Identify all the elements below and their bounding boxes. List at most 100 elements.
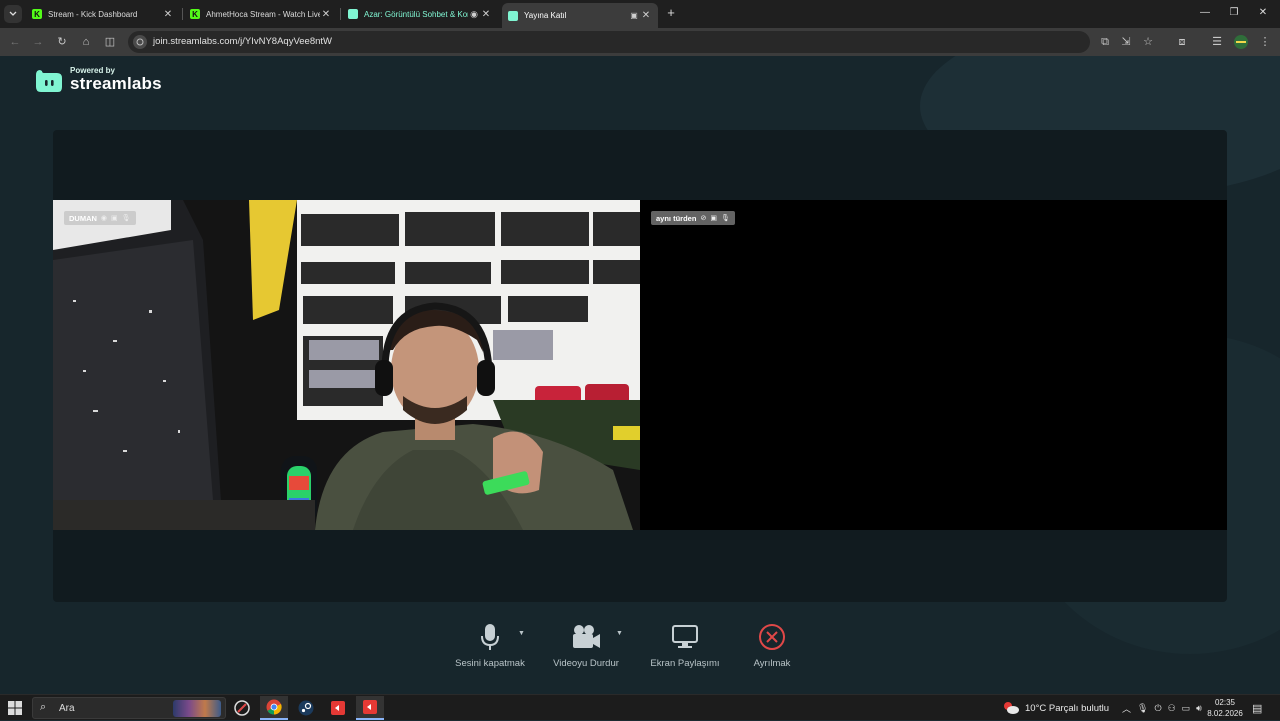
url-text: join.streamlabs.com/j/YIvNY8AqyVee8ntW	[153, 36, 332, 47]
partly-cloudy-icon	[1004, 702, 1019, 714]
tab-yayina-katil[interactable]: Yayına Katıl ▣ ✕	[502, 3, 658, 28]
screen-share-button[interactable]: Ekran Paylaşımı	[644, 622, 726, 669]
person-icon[interactable]: ⚇	[1168, 703, 1176, 714]
weather-text: 10°C Parçalı bulutlu	[1025, 702, 1110, 714]
app-red-icon	[331, 701, 345, 715]
eye-icon: ◉	[100, 215, 108, 222]
clock-time: 02:35	[1214, 698, 1236, 707]
monitor-icon	[672, 625, 698, 648]
taskbar-search-box[interactable]: ⌕ Ara	[32, 697, 226, 719]
taskbar-app-red-1[interactable]	[324, 696, 352, 720]
extensions-icon[interactable]: ⧈	[1175, 35, 1189, 49]
tab-azar[interactable]: Azar: Görüntülü Sohbet & Konuş ◉ ✕	[344, 4, 496, 24]
taskbar-app-red-2[interactable]	[356, 696, 384, 720]
usb-icon[interactable]: ⏻	[1154, 703, 1161, 714]
logo-wordmark: streamlabs	[70, 74, 162, 93]
kick-icon: K	[190, 9, 200, 19]
participant-tile-ayni-turden[interactable]: aynı türden ⊘ ▣ 🎙︎	[640, 200, 1227, 530]
participant-name: DUMAN	[69, 213, 97, 223]
screen-share-label: Ekran Paylaşımı	[650, 658, 720, 669]
close-icon[interactable]: ✕	[640, 10, 652, 21]
video-dropdown-icon[interactable]: ▼	[616, 630, 623, 637]
stop-video-label: Videoyu Durdur	[553, 658, 619, 669]
chevron-up-icon[interactable]: ︿	[1122, 702, 1131, 715]
close-icon[interactable]: ✕	[320, 9, 332, 20]
tab-separator	[340, 8, 341, 20]
bookmark-star-icon[interactable]: ☆	[1141, 35, 1155, 49]
camera-icon: ▣	[111, 215, 118, 222]
forward-icon[interactable]: →	[31, 35, 45, 49]
tab-kick-dashboard[interactable]: K Stream - Kick Dashboard ✕	[28, 4, 178, 24]
back-icon[interactable]: ←	[8, 35, 22, 49]
home-icon[interactable]: ⌂	[79, 35, 93, 49]
microphone-icon: 🎙︎	[720, 215, 730, 222]
mic-dropdown-icon[interactable]: ▼	[518, 630, 525, 637]
participant-name: aynı türden	[656, 213, 697, 223]
tab-search-button[interactable]	[4, 5, 22, 23]
recording-icon: ◉	[470, 8, 478, 19]
new-tab-button[interactable]: +	[664, 5, 678, 21]
avatar	[1234, 35, 1248, 49]
participant-tile-duman[interactable]: DUMAN ◉ ▣ 🎙︎	[53, 200, 640, 530]
chrome-icon	[266, 699, 282, 715]
mute-label: Sesini kapatmak	[455, 658, 525, 669]
reading-list-icon[interactable]: ☰	[1210, 35, 1224, 49]
streamlabs-logo[interactable]: Powered by streamlabs	[34, 66, 162, 94]
tab-title: Azar: Görüntülü Sohbet & Konuş	[364, 9, 468, 19]
search-highlight-image	[173, 700, 221, 717]
side-panel-icon[interactable]: ◫	[103, 35, 117, 49]
tab-title: AhmetHoca Stream - Watch Live	[206, 9, 320, 19]
translate-icon[interactable]: ⧉	[1098, 35, 1112, 49]
system-tray: ︿ 🎙︎ ⏻ ⚇ ▭ 🔊︎	[1122, 695, 1202, 721]
call-controls: Sesini kapatmak ▼ Videoyu Durdur ▼ Ekran…	[0, 622, 1280, 682]
notification-center-icon[interactable]: ▤	[1252, 695, 1262, 721]
install-app-icon[interactable]: ⇲	[1119, 35, 1133, 49]
address-bar-row: ← → ↻ ⌂ ◫ join.streamlabs.com/j/YIvNY8Aq…	[0, 28, 1280, 56]
stop-video-button[interactable]: Videoyu Durdur	[546, 622, 626, 669]
close-window-button[interactable]: ✕	[1254, 4, 1272, 22]
windows-taskbar: ⌕ Ara 10°C Parçalı bulutlu ︿ 🎙︎ ⏻ ⚇ ▭ 🔊︎	[0, 694, 1280, 720]
leave-label: Ayrılmak	[753, 658, 791, 669]
chevron-down-icon	[9, 11, 17, 16]
close-icon[interactable]: ✕	[480, 9, 492, 20]
reload-icon[interactable]: ↻	[55, 35, 69, 49]
browser-tab-bar: K Stream - Kick Dashboard ✕ K AhmetHoca …	[0, 0, 1280, 28]
app-red-icon	[363, 700, 377, 714]
close-icon[interactable]: ✕	[162, 9, 174, 20]
menu-kebab-icon[interactable]: ⋮	[1258, 35, 1272, 49]
weather-widget[interactable]: 10°C Parçalı bulutlu	[1002, 695, 1109, 721]
search-placeholder: Ara	[59, 703, 75, 714]
participant-name-tag: DUMAN ◉ ▣ 🎙︎	[64, 211, 136, 225]
network-icon[interactable]: ▭	[1182, 703, 1191, 714]
tab-title: Stream - Kick Dashboard	[48, 9, 138, 19]
tune-icon	[136, 38, 144, 46]
participant-name-tag: aynı türden ⊘ ▣ 🎙︎	[651, 211, 735, 225]
tab-separator	[182, 8, 183, 20]
microphone-icon: 🎙︎	[121, 215, 131, 222]
leave-icon	[759, 624, 785, 650]
restore-button[interactable]: ❐	[1225, 4, 1243, 22]
leave-button[interactable]: Ayrılmak	[742, 622, 802, 669]
profile-avatar-icon[interactable]	[1234, 35, 1248, 49]
system-clock[interactable]: 02:35 8.02.2026	[1200, 697, 1250, 719]
tab-watch-live[interactable]: K AhmetHoca Stream - Watch Live ✕	[186, 4, 336, 24]
minimize-button[interactable]: —	[1196, 4, 1214, 22]
steam-icon	[298, 700, 314, 716]
video-stage: DUMAN ◉ ▣ 🎙︎ aynı türden ⊘ ▣ 🎙︎	[53, 130, 1227, 602]
windows-start-icon[interactable]	[8, 701, 22, 715]
kick-icon: K	[32, 9, 42, 19]
microphone-icon[interactable]: 🎙︎	[1137, 703, 1148, 714]
streamlabs-join-page: Powered by streamlabs DUMAN ◉ ▣ 🎙︎ aynı …	[0, 56, 1280, 694]
streamlabs-icon	[508, 10, 518, 21]
taskbar-chrome[interactable]	[260, 696, 288, 720]
site-info-icon[interactable]	[133, 35, 147, 49]
tab-cast-icon: ▣	[630, 11, 638, 20]
eye-off-icon: ⊘	[700, 215, 707, 222]
taskbar-steam[interactable]	[292, 696, 320, 720]
microphone-icon	[481, 624, 499, 650]
streamlabs-icon	[348, 9, 358, 19]
taskbar-app-icon[interactable]	[228, 696, 256, 720]
omnibox[interactable]: join.streamlabs.com/j/YIvNY8AqyVee8ntW	[128, 31, 1090, 53]
tab-title: Yayına Katıl	[524, 11, 567, 20]
clock-date: 8.02.2026	[1207, 709, 1243, 718]
